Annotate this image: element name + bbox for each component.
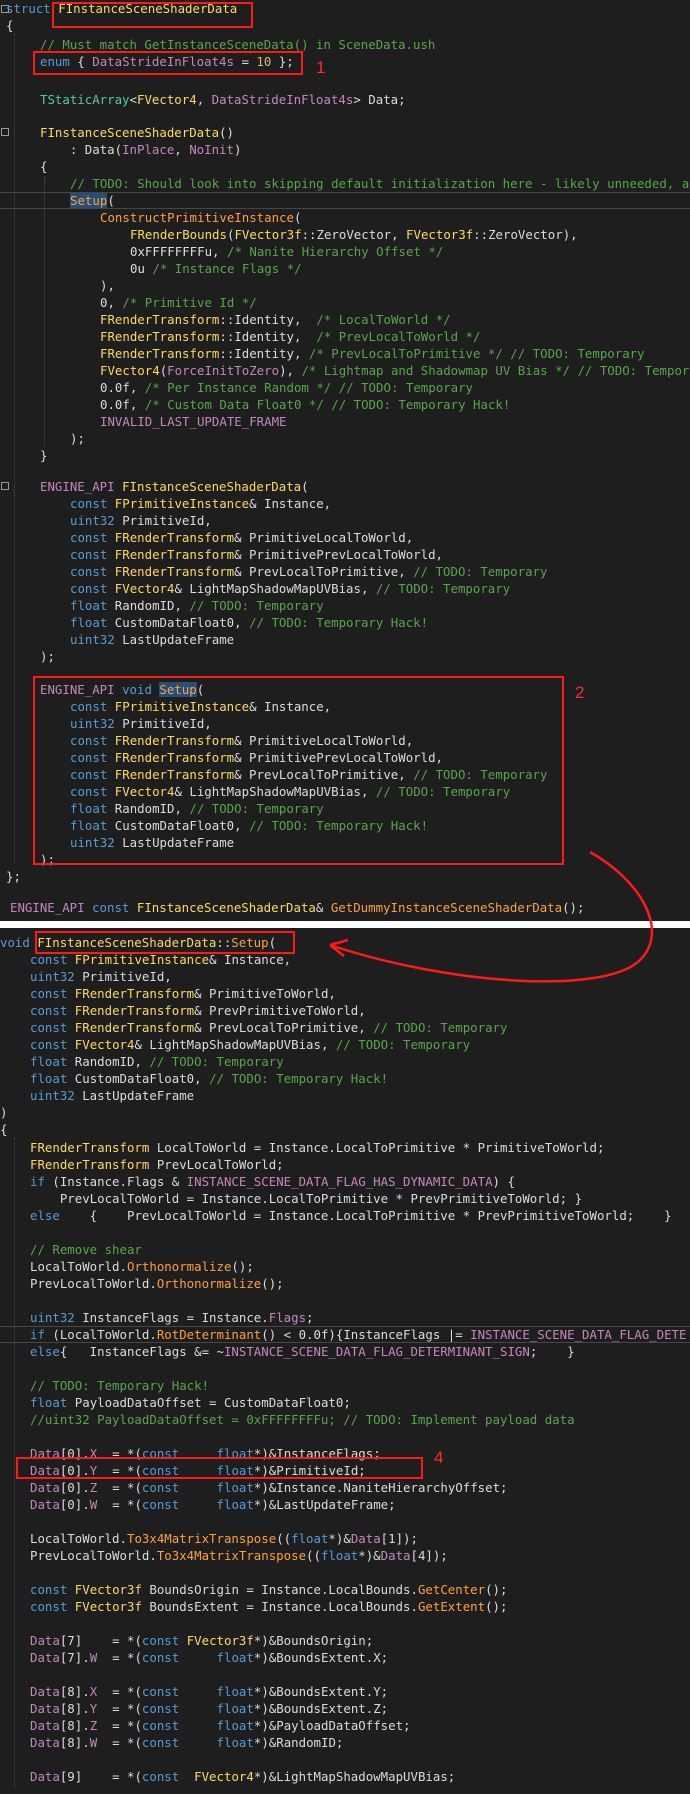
annotation-arrow (329, 850, 654, 983)
